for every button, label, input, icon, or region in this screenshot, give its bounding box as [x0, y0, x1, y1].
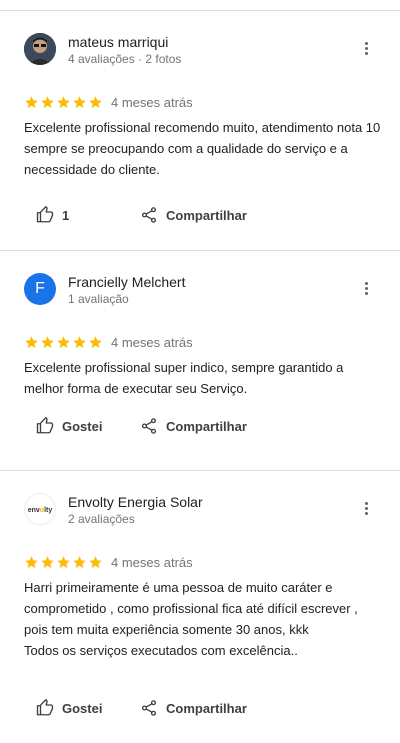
- avatar-logo[interactable]: envolty: [24, 493, 56, 525]
- thumb-up-icon: [36, 417, 54, 434]
- like-label: Gostei: [62, 418, 103, 434]
- avatar[interactable]: [24, 33, 56, 65]
- share-icon: [141, 700, 157, 716]
- top-divider: [0, 0, 400, 11]
- share-button[interactable]: Compartilhar: [140, 417, 247, 435]
- avatar[interactable]: F: [24, 273, 56, 305]
- star-icon: [57, 555, 70, 568]
- more-vert-icon[interactable]: [358, 497, 374, 519]
- like-label: 1: [62, 207, 70, 223]
- star-rating: [24, 555, 103, 570]
- more-vert-icon[interactable]: [358, 277, 374, 299]
- star-icon: [73, 335, 86, 348]
- share-label: Compartilhar: [166, 418, 247, 434]
- reviewer-name[interactable]: mateus marriqui: [68, 34, 168, 50]
- star-icon: [89, 555, 102, 568]
- share-label: Compartilhar: [166, 700, 247, 716]
- review-time: 4 meses atrás: [111, 94, 193, 110]
- share-button[interactable]: Compartilhar: [140, 699, 247, 717]
- share-label: Compartilhar: [166, 207, 247, 223]
- star-icon: [73, 95, 86, 108]
- star-icon: [25, 335, 38, 348]
- reviewer-meta: 4 avaliações · 2 fotos: [68, 52, 182, 66]
- review-time: 4 meses atrás: [111, 554, 193, 570]
- like-label: Gostei: [62, 700, 103, 716]
- review-time: 4 meses atrás: [111, 334, 193, 350]
- rating-row: 4 meses atrás: [24, 94, 193, 110]
- review-header: mateus marriqui 4 avaliações · 2 fotos: [24, 33, 384, 69]
- share-icon: [141, 207, 157, 223]
- like-button[interactable]: 1: [36, 206, 69, 224]
- like-button[interactable]: Gostei: [36, 699, 102, 717]
- like-button[interactable]: Gostei: [36, 417, 102, 435]
- review-text: Excelente profissional recomendo muito, …: [24, 120, 381, 177]
- star-rating: [24, 95, 103, 110]
- star-icon: [25, 95, 38, 108]
- star-icon: [57, 335, 70, 348]
- star-icon: [89, 335, 102, 348]
- star-icon: [41, 95, 54, 108]
- review-text: Excelente profissional super indico, sem…: [24, 360, 344, 396]
- more-vert-icon[interactable]: [358, 37, 374, 59]
- review-header: envolty Envolty Energia Solar 2 avaliaçõ…: [24, 493, 384, 529]
- review-card: mateus marriqui 4 avaliações · 2 fotos 4…: [0, 11, 400, 251]
- thumb-up-icon: [36, 699, 54, 716]
- review-text: Harri primeiramente é uma pessoa de muit…: [24, 580, 358, 658]
- star-icon: [73, 555, 86, 568]
- thumb-up-icon: [36, 206, 54, 223]
- share-icon: [141, 418, 157, 434]
- review-card: F Francielly Melchert 1 avaliação 4 mese…: [0, 251, 400, 471]
- share-button[interactable]: Compartilhar: [140, 206, 247, 224]
- rating-row: 4 meses atrás: [24, 554, 193, 570]
- reviewer-meta: 2 avaliações: [68, 512, 135, 526]
- reviewer-name[interactable]: Envolty Energia Solar: [68, 494, 203, 510]
- review-header: F Francielly Melchert 1 avaliação: [24, 273, 384, 309]
- star-rating: [24, 335, 103, 350]
- svg-text:envolty: envolty: [28, 507, 53, 514]
- review-card: envolty Envolty Energia Solar 2 avaliaçõ…: [0, 471, 400, 742]
- star-icon: [89, 95, 102, 108]
- star-icon: [41, 555, 54, 568]
- star-icon: [57, 95, 70, 108]
- star-icon: [25, 555, 38, 568]
- reviewer-meta: 1 avaliação: [68, 292, 129, 306]
- rating-row: 4 meses atrás: [24, 334, 193, 350]
- star-icon: [41, 335, 54, 348]
- reviewer-name[interactable]: Francielly Melchert: [68, 274, 185, 290]
